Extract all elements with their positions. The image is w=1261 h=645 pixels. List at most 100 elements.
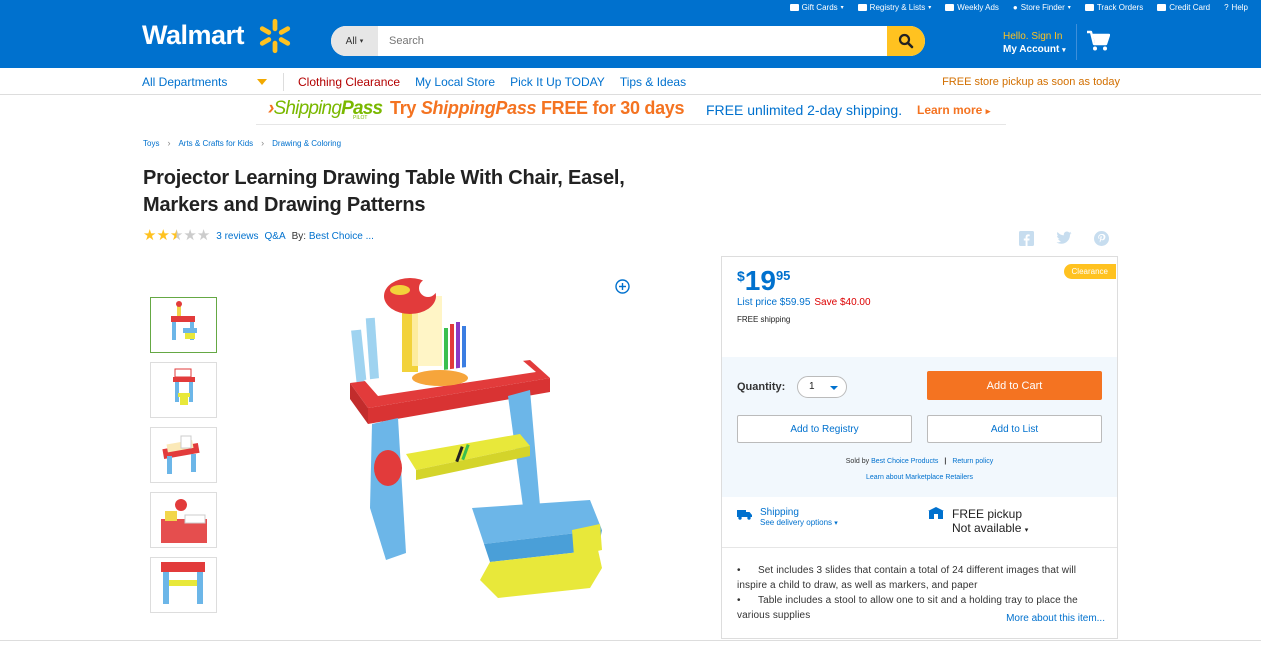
delivery-options-label: See delivery options	[760, 518, 833, 527]
chevron-down-icon	[830, 386, 838, 390]
shippingpass-banner[interactable]: ›ShippingPass PILOT Try ShippingPass FRE…	[256, 95, 1006, 125]
track-orders-link[interactable]: Track Orders	[1084, 3, 1144, 12]
page-bottom-divider	[0, 640, 1261, 645]
chevron-down-icon[interactable]	[257, 79, 267, 85]
seller-link[interactable]: Best Choice Products	[871, 458, 938, 465]
brand-link[interactable]: Best Choice ...	[309, 231, 374, 242]
credit-card-link[interactable]: Credit Card	[1157, 3, 1210, 12]
free-shipping-label: FREE shipping	[737, 315, 791, 324]
cart-icon[interactable]	[1086, 30, 1110, 52]
thumbnail[interactable]	[150, 427, 217, 483]
purchase-panel: Quantity: 1 Add to Cart Add to Registry …	[722, 357, 1117, 497]
list-price: List price $59.95 Save $40.00	[737, 297, 871, 308]
search-bar: All ▾	[331, 26, 925, 56]
ad-icon	[945, 4, 955, 11]
gift-cards-link[interactable]: Gift Cards ▾	[789, 3, 844, 12]
price-cents: 95	[775, 268, 791, 283]
qa-link[interactable]: Q&A	[265, 231, 286, 242]
gift-card-icon	[789, 4, 799, 11]
twitter-icon[interactable]	[1056, 231, 1072, 245]
product-title: Projector Learning Drawing Table With Ch…	[143, 167, 625, 216]
my-account-label: My Account	[1003, 44, 1060, 55]
savings: Save $40.00	[814, 297, 871, 308]
star-half-icon: ★	[169, 227, 184, 244]
facebook-icon[interactable]	[1019, 231, 1034, 246]
credit-card-label: Credit Card	[1169, 3, 1211, 12]
store-finder-link[interactable]: ● Store Finder ▾	[1013, 3, 1071, 12]
pinterest-icon[interactable]	[1094, 231, 1109, 246]
weekly-ads-link[interactable]: Weekly Ads	[945, 3, 999, 12]
clearance-badge: Clearance	[1063, 264, 1116, 279]
nav-divider	[283, 73, 284, 91]
nav-link-tips-ideas[interactable]: Tips & Ideas	[620, 75, 686, 89]
bullet-icon: •	[737, 595, 741, 606]
search-icon	[898, 33, 914, 49]
account-menu[interactable]: Hello. Sign In My Account ▾	[1003, 30, 1066, 57]
breadcrumb-arts-crafts[interactable]: Arts & Crafts for Kids	[178, 139, 253, 148]
shipping-option[interactable]: Shipping See delivery options ▾	[737, 507, 838, 527]
thumbnail-image	[162, 435, 200, 474]
quantity-value: 1	[809, 381, 815, 392]
sign-in-link[interactable]: Hello. Sign In	[1003, 30, 1066, 43]
chevron-right-icon: ›	[261, 138, 265, 148]
breadcrumb-toys[interactable]: Toys	[143, 139, 159, 148]
shipping-text: Shipping See delivery options ▾	[760, 507, 838, 527]
pickup-option[interactable]: FREE pickup Not available ▾	[928, 507, 1028, 535]
delivery-options-link[interactable]: See delivery options ▾	[760, 518, 838, 527]
pilot-label: PILOT	[353, 115, 368, 121]
return-policy-link[interactable]: Return policy	[952, 458, 993, 465]
list-item: • Set includes 3 slides that contain a to…	[737, 563, 1102, 593]
price-dollars: 19	[744, 265, 776, 296]
search-button[interactable]	[887, 26, 925, 56]
thumbnail[interactable]	[150, 492, 217, 548]
banner-learn-more-link[interactable]: Learn more ▸	[917, 103, 990, 117]
all-departments-menu[interactable]: All Departments	[142, 75, 227, 89]
store-pickup-promo[interactable]: FREE store pickup as soon as today	[942, 76, 1120, 88]
track-orders-icon	[1084, 4, 1094, 11]
thumbnail-image	[173, 368, 195, 405]
product-rating: ★ ★ ★ ★ ★ 3 reviews Q&A By: Best Choice …	[143, 227, 374, 244]
add-to-registry-button[interactable]: Add to Registry	[737, 415, 912, 443]
banner-offer: FREE for 30 days	[536, 98, 685, 118]
list-price-value: List price $59.95	[737, 297, 811, 308]
buy-box: Clearance $1995 List price $59.95 Save $4…	[721, 256, 1118, 639]
reviews-link[interactable]: 3 reviews	[216, 231, 258, 242]
nav-link-pick-it-up-today[interactable]: Pick It Up TODAY	[510, 75, 605, 89]
product-main-image[interactable]	[340, 268, 620, 613]
help-label: Help	[1231, 3, 1248, 12]
help-icon: ?	[1224, 3, 1229, 12]
add-to-cart-button[interactable]: Add to Cart	[927, 371, 1102, 400]
star-empty-icon: ★	[196, 227, 211, 244]
more-about-item-link[interactable]: More about this item...	[1002, 613, 1105, 624]
quantity-select[interactable]: 1	[797, 376, 847, 398]
zoom-icon[interactable]	[614, 278, 631, 295]
my-account-link[interactable]: My Account ▾	[1003, 43, 1066, 57]
weekly-ads-label: Weekly Ads	[957, 3, 999, 12]
track-orders-label: Track Orders	[1096, 3, 1144, 12]
thumbnail[interactable]	[150, 297, 217, 353]
chevron-down-icon: ▾	[834, 520, 838, 527]
banner-brand: ShippingPass	[420, 98, 537, 118]
search-department-label: All	[345, 35, 357, 47]
caret-right-icon: ▸	[985, 106, 991, 116]
thumbnail[interactable]	[150, 362, 217, 418]
nav-link-my-local-store[interactable]: My Local Store	[415, 75, 495, 89]
header-divider	[1076, 24, 1077, 60]
marketplace-link[interactable]: Learn about Marketplace Retailers	[722, 474, 1117, 481]
help-link[interactable]: ? Help	[1224, 3, 1248, 12]
add-to-list-button[interactable]: Add to List	[927, 415, 1102, 443]
spark-icon[interactable]	[256, 17, 294, 55]
nav-link-clothing-clearance[interactable]: Clothing Clearance	[298, 75, 400, 89]
breadcrumb: Toys › Arts & Crafts for Kids › Drawing …	[143, 138, 341, 148]
top-links: Gift Cards ▾ Registry & Lists ▾ Weekly Ads…	[789, 3, 1248, 12]
walmart-logo[interactable]: Walmart	[142, 20, 245, 51]
shippingpass-logo-a: Shipping	[273, 98, 342, 119]
search-input[interactable]	[378, 26, 887, 56]
star-rating[interactable]: ★ ★ ★ ★ ★	[143, 227, 211, 244]
registry-lists-link[interactable]: Registry & Lists ▾	[857, 3, 931, 12]
search-department-select[interactable]: All ▾	[331, 26, 378, 56]
breadcrumb-drawing-coloring[interactable]: Drawing & Coloring	[272, 139, 341, 148]
pickup-availability[interactable]: Not available ▾	[952, 521, 1028, 535]
thumbnail[interactable]	[150, 557, 217, 613]
sold-by-label: Sold by	[845, 458, 870, 465]
